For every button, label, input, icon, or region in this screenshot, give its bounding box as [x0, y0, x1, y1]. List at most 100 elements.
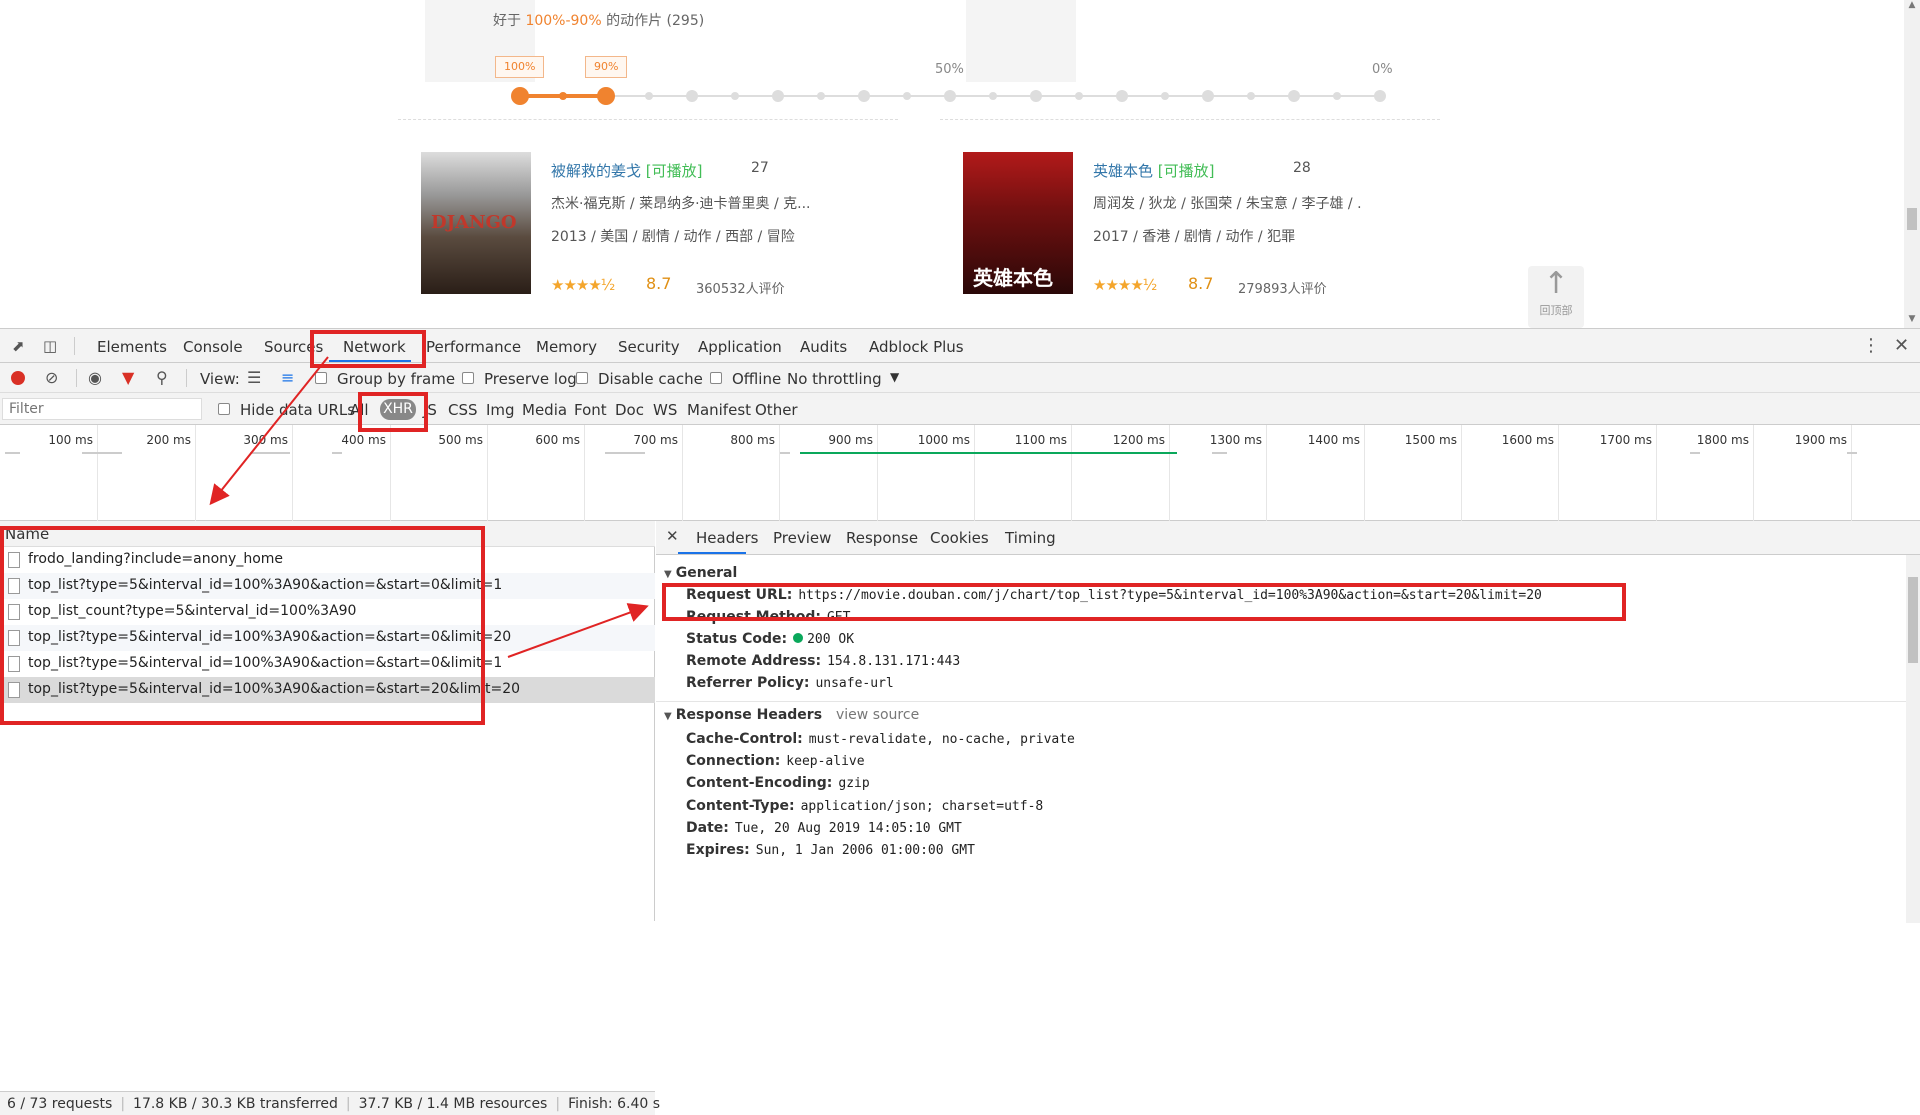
tab-cookies[interactable]: Cookies	[930, 529, 989, 547]
request-row[interactable]: top_list?type=5&interval_id=100%3A90&act…	[0, 625, 655, 651]
slider-stop[interactable]	[817, 92, 825, 100]
tab-timing[interactable]: Timing	[1005, 529, 1056, 547]
type-filter-all[interactable]: All	[350, 401, 369, 419]
slider-stop[interactable]	[772, 90, 784, 102]
type-filter-font[interactable]: Font	[574, 401, 607, 419]
back-to-top-button[interactable]: ↑ 回顶部	[1528, 266, 1584, 328]
request-name[interactable]: top_list?type=5&interval_id=100%3A90&act…	[28, 681, 520, 697]
general-section-toggle[interactable]: ▼ General	[664, 565, 737, 581]
slider-stop[interactable]	[559, 92, 567, 100]
movie-card-2[interactable]: 英雄本色 英雄本色 [可播放] 28 周润发 / 狄龙 / 张国荣 / 朱宝意 …	[963, 152, 1383, 297]
type-filter-img[interactable]: Img	[486, 401, 515, 419]
name-column-header[interactable]: Name	[0, 521, 655, 547]
scrollbar-thumb[interactable]	[1907, 208, 1917, 230]
slider-stop[interactable]	[1075, 92, 1083, 100]
request-row-selected[interactable]: top_list?type=5&interval_id=100%3A90&act…	[0, 677, 655, 703]
request-row[interactable]: top_list_count?type=5&interval_id=100%3A…	[0, 599, 655, 625]
tab-preview[interactable]: Preview	[773, 529, 831, 547]
type-filter-js[interactable]: JS	[423, 401, 437, 419]
slider-stop[interactable]	[1374, 90, 1386, 102]
request-name[interactable]: top_list?type=5&interval_id=100%3A90&act…	[28, 629, 511, 645]
slider-stop[interactable]	[1247, 92, 1255, 100]
page-scrollbar[interactable]: ▲ ▼	[1904, 0, 1920, 328]
preserve-log-checkbox[interactable]	[462, 372, 474, 384]
type-filter-doc[interactable]: Doc	[615, 401, 644, 419]
slider-stop[interactable]	[597, 87, 615, 105]
request-name[interactable]: frodo_landing?include=anony_home	[28, 551, 283, 567]
slider-stop[interactable]	[903, 92, 911, 100]
slider-stop[interactable]	[1333, 92, 1341, 100]
type-filter-other[interactable]: Other	[755, 401, 798, 419]
tab-console[interactable]: Console	[183, 338, 243, 356]
tab-sources[interactable]: Sources	[264, 338, 323, 356]
tab-elements[interactable]: Elements	[97, 338, 167, 356]
request-name[interactable]: top_list?type=5&interval_id=100%3A90&act…	[28, 577, 502, 593]
tab-application[interactable]: Application	[698, 338, 782, 356]
type-filter-xhr[interactable]: XHR	[380, 399, 416, 420]
request-row[interactable]: frodo_landing?include=anony_home	[0, 547, 655, 573]
slider-stop[interactable]	[1202, 90, 1214, 102]
screenshot-camera-icon[interactable]: ◉	[88, 368, 102, 387]
inspect-element-icon[interactable]: ⬈	[12, 337, 25, 355]
movie-title[interactable]: 英雄本色	[1093, 162, 1153, 180]
tab-adblock-plus[interactable]: Adblock Plus	[869, 338, 964, 356]
waterfall-icon[interactable]: ≡	[281, 368, 294, 387]
disable-cache-checkbox[interactable]	[576, 372, 588, 384]
type-filter-manifest[interactable]: Manifest	[687, 401, 751, 419]
details-scrollbar[interactable]	[1906, 555, 1920, 923]
offline-checkbox[interactable]	[710, 372, 722, 384]
slider-stop[interactable]	[858, 90, 870, 102]
response-headers-section-toggle[interactable]: ▼ Response Headers	[664, 707, 822, 723]
request-row[interactable]: top_list?type=5&interval_id=100%3A90&act…	[0, 573, 655, 599]
type-filter-css[interactable]: CSS	[448, 401, 478, 419]
clear-icon[interactable]: ⊘	[45, 368, 58, 387]
slider-stop[interactable]	[1116, 90, 1128, 102]
device-toolbar-icon[interactable]: ◫	[43, 337, 57, 355]
large-rows-icon[interactable]: ☰	[247, 368, 261, 387]
movie-title-link[interactable]: 英雄本色 [可播放]	[1093, 160, 1215, 181]
record-icon[interactable]	[11, 371, 25, 385]
movie-poster[interactable]: DJANGO	[421, 152, 531, 294]
slider-stop[interactable]	[731, 92, 739, 100]
group-by-frame-checkbox[interactable]	[315, 372, 327, 384]
tab-network[interactable]: Network	[343, 338, 406, 356]
close-details-icon[interactable]: ✕	[666, 527, 679, 545]
slider-stop[interactable]	[686, 90, 698, 102]
request-name[interactable]: top_list?type=5&interval_id=100%3A90&act…	[28, 655, 502, 671]
tab-memory[interactable]: Memory	[536, 338, 597, 356]
movie-title[interactable]: 被解救的姜戈	[551, 162, 641, 180]
slider-stop[interactable]	[1161, 92, 1169, 100]
request-name[interactable]: top_list_count?type=5&interval_id=100%3A…	[28, 603, 356, 619]
close-devtools-icon[interactable]: ✕	[1894, 335, 1909, 356]
tab-security[interactable]: Security	[618, 338, 680, 356]
filter-funnel-icon[interactable]: ▼	[122, 368, 134, 387]
tab-headers[interactable]: Headers	[696, 529, 758, 547]
type-filter-media[interactable]: Media	[522, 401, 567, 419]
movie-poster[interactable]: 英雄本色	[963, 152, 1073, 294]
movie-card-1[interactable]: DJANGO 被解救的姜戈 [可播放] 27 杰米·福克斯 / 莱昂纳多·迪卡普…	[421, 152, 841, 297]
tab-audits[interactable]: Audits	[800, 338, 847, 356]
hide-data-urls-checkbox[interactable]	[218, 403, 230, 415]
type-filter-ws[interactable]: WS	[653, 401, 677, 419]
tab-response[interactable]: Response	[846, 529, 918, 547]
chevron-down-icon[interactable]: ▼	[890, 370, 899, 384]
rating-range-slider[interactable]	[510, 86, 1390, 106]
slider-stop[interactable]	[645, 92, 653, 100]
request-row[interactable]: top_list?type=5&interval_id=100%3A90&act…	[0, 651, 655, 677]
slider-stop[interactable]	[1288, 90, 1300, 102]
scrollbar-thumb[interactable]	[1908, 577, 1918, 663]
slider-stop[interactable]	[511, 87, 529, 105]
tab-performance[interactable]: Performance	[426, 338, 521, 356]
throttling-select[interactable]: No throttling	[787, 370, 882, 388]
network-overview-timeline[interactable]: 100 ms 200 ms 300 ms 400 ms 500 ms 600 ms 700 …	[0, 425, 1920, 521]
slider-stop[interactable]	[989, 92, 997, 100]
more-options-icon[interactable]: ⋮	[1862, 335, 1880, 356]
scroll-up-icon[interactable]: ▲	[1904, 0, 1920, 10]
filter-input[interactable]	[2, 398, 202, 420]
movie-title-link[interactable]: 被解救的姜戈 [可播放]	[551, 160, 703, 181]
slider-stop[interactable]	[944, 90, 956, 102]
search-icon[interactable]: ⚲	[156, 368, 168, 387]
slider-stop[interactable]	[1030, 90, 1042, 102]
view-source-link[interactable]: view source	[836, 707, 919, 723]
scroll-down-icon[interactable]: ▼	[1904, 314, 1920, 324]
